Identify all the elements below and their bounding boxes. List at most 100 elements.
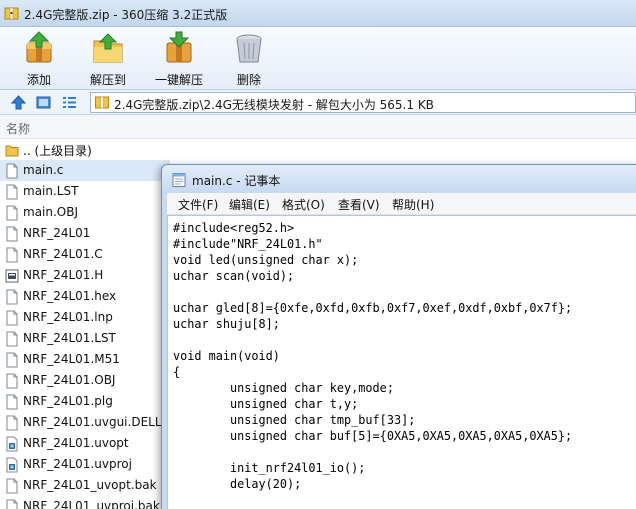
code-line: unsigned char tmp_buf[33];: [173, 412, 416, 427]
delete-button-label: 删除: [236, 73, 261, 87]
up-arrow-icon[interactable]: [10, 94, 27, 111]
list-view-icon[interactable]: [61, 94, 78, 111]
address-bar: 2.4G完整版.zip\2.4G无线模块发射 - 解包大小为 565.1 KB: [0, 90, 636, 115]
file-name: NRF_24L01.M51: [23, 352, 120, 366]
file-row[interactable]: NRF_24L01.H: [0, 265, 170, 286]
notepad-text-area[interactable]: #include<reg52.h> #include"NRF_24L01.h" vo…: [167, 215, 636, 509]
file-name: main.LST: [23, 184, 79, 198]
file-name: NRF_24L01.LST: [23, 331, 116, 345]
file-icon: [6, 247, 18, 263]
file-icon: [6, 310, 18, 326]
code-line: unsigned char buf[5]={0XA5,0XA5,0XA5,0XA…: [173, 428, 573, 443]
code-line: void main(void): [173, 348, 280, 363]
file-name: NRF_24L01: [23, 226, 91, 240]
zip-archive-icon: [4, 7, 19, 20]
notepad-icon: [172, 173, 186, 187]
file-row[interactable]: NRF_24L01.OBJ: [0, 370, 170, 391]
file-icon: [6, 499, 18, 509]
zip-archive-icon: [95, 96, 109, 109]
file-name: .. (上级目录): [23, 144, 92, 158]
parent-directory-row[interactable]: .. (上级目录): [0, 139, 170, 160]
file-icon: [6, 226, 18, 242]
name-column-header[interactable]: 名称: [6, 120, 30, 137]
menu-format[interactable]: 格式(O): [282, 196, 325, 213]
address-field[interactable]: 2.4G完整版.zip\2.4G无线模块发射 - 解包大小为 565.1 KB: [90, 92, 636, 113]
menu-edit[interactable]: 编辑(E): [229, 196, 270, 213]
keil-file-icon: [6, 436, 18, 452]
file-icon: [6, 352, 18, 368]
file-row[interactable]: NRF_24L01.M51: [0, 349, 170, 370]
file-row[interactable]: NRF_24L01.plg: [0, 391, 170, 412]
keil-file-icon: [6, 457, 18, 473]
file-row[interactable]: NRF_24L01.uvopt: [0, 433, 170, 454]
add-icon: [26, 31, 52, 63]
thumbnail-view-icon[interactable]: [35, 94, 52, 111]
file-icon: [6, 289, 18, 305]
code-line: delay(20);: [173, 476, 302, 491]
file-icon: [6, 478, 18, 494]
file-icon: [6, 394, 18, 410]
file-list: .. (上级目录) main.c main.LST main.OBJ NRF_24L01…: [0, 139, 170, 509]
archive-toolbar: 添加 解压到 一键解压 删除: [0, 27, 636, 90]
archive-window-title: 2.4G完整版.zip - 360压缩 3.2正式版: [24, 8, 228, 22]
file-name: NRF_24L01.OBJ: [23, 373, 116, 387]
notepad-menu-bar: 文件(F) 编辑(E) 格式(O) 查看(V) 帮助(H): [167, 193, 636, 215]
code-line: #include<reg52.h>: [173, 220, 295, 235]
file-name: main.OBJ: [23, 205, 79, 219]
extract-to-button[interactable]: 解压到: [68, 30, 148, 88]
code-line: void led(unsigned char x);: [173, 252, 359, 267]
file-name: NRF_24L01_uvproj.bak: [23, 499, 160, 509]
code-line: unsigned char t,y;: [173, 396, 359, 411]
code-line: init_nrf24l01_io();: [173, 460, 366, 475]
file-icon: [6, 331, 18, 347]
code-line: uchar gled[8]={0xfe,0xfd,0xfb,0xf7,0xef,…: [173, 300, 573, 315]
file-row[interactable]: NRF_24L01_uvopt.bak: [0, 475, 170, 496]
menu-file[interactable]: 文件(F): [178, 196, 218, 213]
file-name: NRF_24L01.plg: [23, 394, 113, 408]
file-icon: [6, 415, 18, 431]
folder-up-icon: [5, 145, 19, 157]
trash-bin-icon: [236, 34, 262, 63]
file-row[interactable]: NRF_24L01.LST: [0, 328, 170, 349]
header-file-icon: [5, 269, 19, 283]
file-row[interactable]: NRF_24L01.uvgui.DELL: [0, 412, 170, 433]
file-row[interactable]: NRF_24L01.hex: [0, 286, 170, 307]
file-name: NRF_24L01.hex: [23, 289, 117, 303]
file-name: NRF_24L01_uvopt.bak: [23, 478, 157, 492]
delete-button[interactable]: 删除: [209, 30, 289, 88]
file-icon: [6, 373, 18, 389]
file-icon: [6, 205, 18, 221]
archive-title-bar[interactable]: 2.4G完整版.zip - 360压缩 3.2正式版: [0, 0, 636, 27]
code-line: unsigned char key,mode;: [173, 380, 394, 395]
file-name: NRF_24L01.uvproj: [23, 457, 132, 471]
notepad-title-bar[interactable]: main.c - 记事本: [162, 165, 636, 193]
file-row[interactable]: NRF_24L01_uvproj.bak: [0, 496, 170, 509]
one-click-extract-button[interactable]: 一键解压: [139, 30, 219, 88]
code-line: {: [173, 364, 181, 379]
file-name: NRF_24L01.H: [23, 268, 104, 282]
notepad-window-title: main.c - 记事本: [192, 174, 281, 188]
code-line: #include"NRF_24L01.h": [173, 236, 323, 251]
file-name: NRF_24L01.uvgui.DELL: [23, 415, 162, 429]
file-row[interactable]: NRF_24L01.C: [0, 244, 170, 265]
file-row[interactable]: NRF_24L01: [0, 223, 170, 244]
file-icon: [6, 184, 18, 200]
extract-to-button-label: 解压到: [89, 73, 126, 87]
one-click-extract-icon: [166, 31, 192, 63]
extract-folder-icon: [93, 33, 123, 63]
file-row[interactable]: NRF_24L01.uvproj: [0, 454, 170, 475]
address-path: 2.4G完整版.zip\2.4G无线模块发射 - 解包大小为 565.1 KB: [114, 98, 434, 112]
file-name: NRF_24L01.C: [23, 247, 103, 261]
file-icon: [6, 163, 18, 179]
file-name: NRF_24L01.uvopt: [23, 436, 129, 450]
code-line: uchar shuju[8];: [173, 316, 280, 331]
file-row[interactable]: main.OBJ: [0, 202, 170, 223]
file-row[interactable]: NRF_24L01.lnp: [0, 307, 170, 328]
file-name: NRF_24L01.lnp: [23, 310, 113, 324]
file-row[interactable]: main.c: [0, 160, 170, 181]
menu-view[interactable]: 查看(V): [338, 196, 380, 213]
column-header: 名称: [0, 115, 636, 139]
one-click-extract-button-label: 一键解压: [154, 73, 203, 87]
file-row[interactable]: main.LST: [0, 181, 170, 202]
menu-help[interactable]: 帮助(H): [392, 196, 434, 213]
